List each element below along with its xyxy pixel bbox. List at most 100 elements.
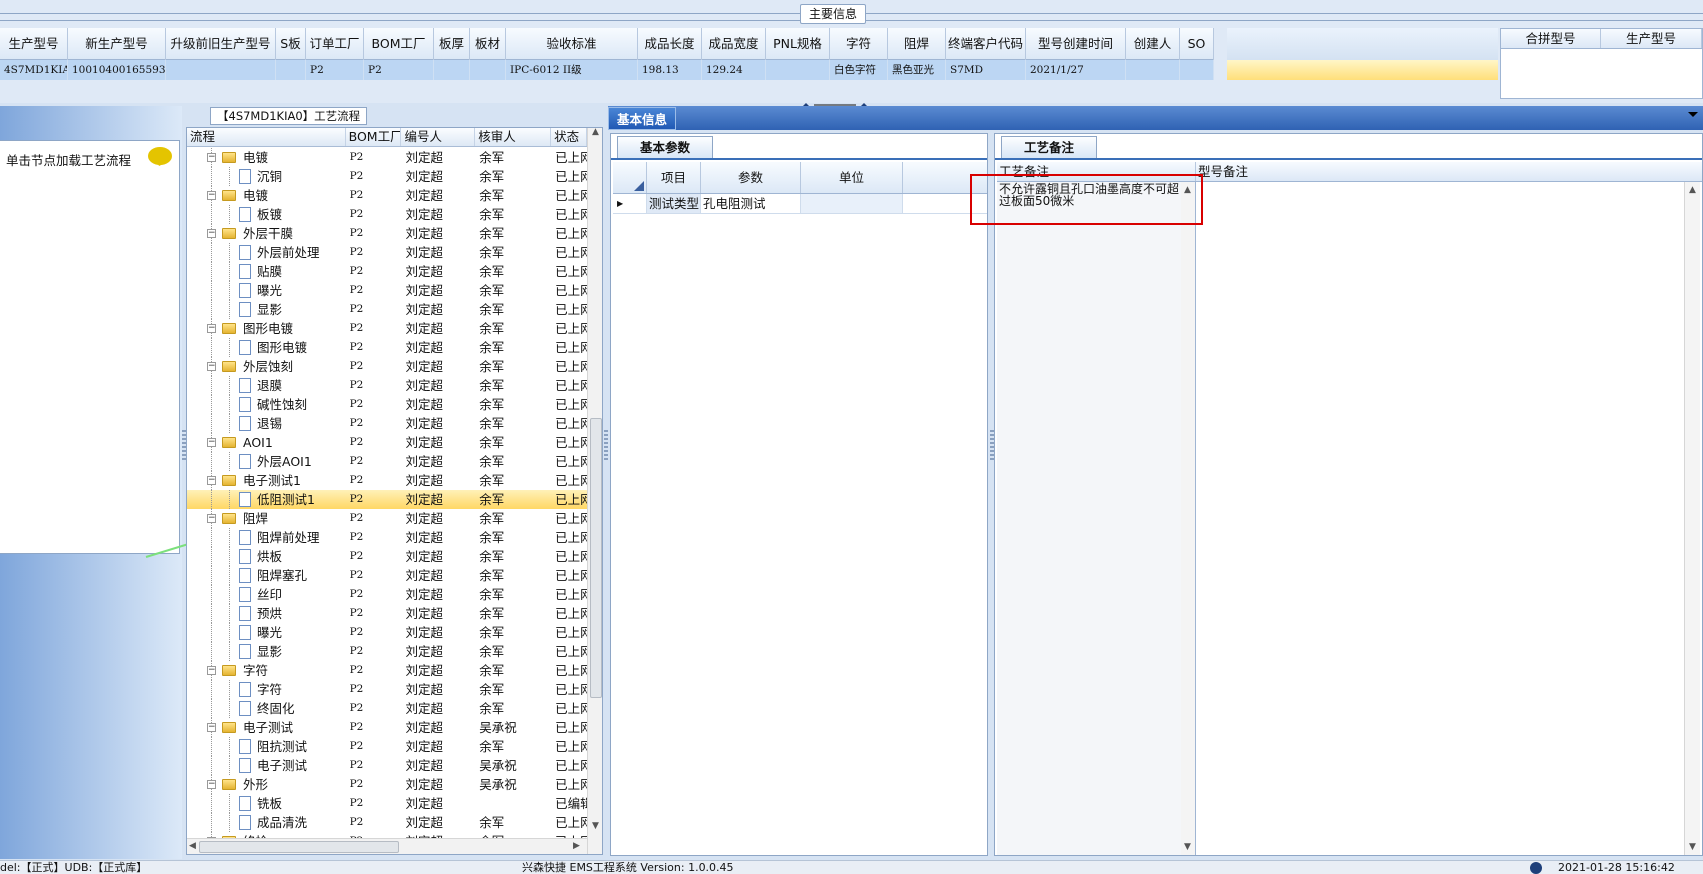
main-col-header[interactable]: PNL规格 <box>766 28 830 60</box>
tree-col-header[interactable]: 核审人 <box>475 128 552 146</box>
table-row[interactable]: ▶ 测试类型 孔电阻测试 <box>613 194 987 214</box>
tree-node[interactable]: − 电镀 <box>187 186 346 205</box>
tree-row[interactable]: 板镀 P2 刘定超 余军 已上网 <box>187 205 587 224</box>
tree-node[interactable]: − 图形电镀 <box>187 319 346 338</box>
splitter-grip[interactable] <box>604 430 608 460</box>
node-label[interactable]: 沉铜 <box>257 167 282 186</box>
collapse-node-icon[interactable]: − <box>207 514 216 523</box>
tree-col-header[interactable]: 编号人 <box>401 128 476 146</box>
node-label[interactable]: 外层蚀刻 <box>243 357 293 376</box>
tree-node[interactable]: − AOI1 <box>187 433 346 452</box>
tree-row[interactable]: − 图形电镀 P2 刘定超 余军 已上网 <box>187 319 587 338</box>
tree-row[interactable]: − 字符 P2 刘定超 余军 已上网 <box>187 661 587 680</box>
tree-row[interactable]: 曝光 P2 刘定超 余军 已上网 <box>187 281 587 300</box>
tree-row[interactable]: − 电镀 P2 刘定超 余军 已上网 <box>187 148 587 167</box>
main-cell[interactable] <box>470 60 506 80</box>
collapse-node-icon[interactable]: − <box>207 476 216 485</box>
tree-row[interactable]: 图形电镀 P2 刘定超 余军 已上网 <box>187 338 587 357</box>
main-col-header[interactable]: 阻焊 <box>888 28 946 60</box>
tree-node[interactable]: − 外层蚀刻 <box>187 357 346 376</box>
node-label[interactable]: 电镀 <box>243 148 268 167</box>
tree-row[interactable]: 电子测试 P2 刘定超 吴承祝 已上网 <box>187 756 587 775</box>
main-col-header[interactable]: 生产型号 <box>0 28 68 60</box>
node-label[interactable]: 字符 <box>243 661 268 680</box>
main-cell[interactable]: 10010400165593 <box>68 60 166 80</box>
tree-node[interactable]: − 电子测试 <box>187 718 346 737</box>
tree-row[interactable]: − 外层干膜 P2 刘定超 余军 已上网 <box>187 224 587 243</box>
main-info-row[interactable]: 4S7MD1KIA010010400165593 P2P2 IPC-6012 II级… <box>0 60 1214 80</box>
node-label[interactable]: 图形电镀 <box>257 338 307 357</box>
tree-node[interactable]: 图形电镀 <box>187 338 346 357</box>
main-cell[interactable]: 2021/1/27 <box>1026 60 1126 80</box>
node-label[interactable]: 电镀 <box>243 186 268 205</box>
tree-row[interactable]: 退膜 P2 刘定超 余军 已上网 <box>187 376 587 395</box>
tree-node[interactable]: 成品清洗 <box>187 813 346 832</box>
tree-col-header[interactable]: 状态 <box>551 128 587 146</box>
tree-node[interactable]: 电子测试 <box>187 756 346 775</box>
node-label[interactable]: 铣板 <box>257 794 282 813</box>
main-col-header[interactable]: 终端客户代码 <box>946 28 1026 60</box>
tree-row[interactable]: 字符 P2 刘定超 余军 已上网 <box>187 680 587 699</box>
node-label[interactable]: 预烘 <box>257 604 282 623</box>
node-label[interactable]: 阻焊塞孔 <box>257 566 307 585</box>
main-cell[interactable]: 198.13 <box>638 60 702 80</box>
tree-node[interactable]: 预烘 <box>187 604 346 623</box>
main-col-header[interactable]: 验收标准 <box>506 28 638 60</box>
tree-row[interactable]: 外层前处理 P2 刘定超 余军 已上网 <box>187 243 587 262</box>
tree-row[interactable]: − 阻焊 P2 刘定超 余军 已上网 <box>187 509 587 528</box>
col-header-item[interactable]: 项目 <box>647 162 701 193</box>
node-label[interactable]: 板镀 <box>257 205 282 224</box>
tree-row[interactable]: 烘板 P2 刘定超 余军 已上网 <box>187 547 587 566</box>
main-cell[interactable]: S7MD <box>946 60 1026 80</box>
node-label[interactable]: 低阻测试1 <box>257 490 315 509</box>
scroll-thumb[interactable] <box>590 418 602 698</box>
tree-node[interactable]: 贴膜 <box>187 262 346 281</box>
node-label[interactable]: 外形 <box>243 775 268 794</box>
main-cell[interactable]: 黑色亚光 <box>888 60 946 80</box>
node-label[interactable]: 外层AOI1 <box>257 452 312 471</box>
node-label[interactable]: 贴膜 <box>257 262 282 281</box>
tree-node[interactable]: 显影 <box>187 300 346 319</box>
main-col-header[interactable]: 订单工厂 <box>306 28 364 60</box>
tree-node[interactable]: 阻抗测试 <box>187 737 346 756</box>
collapse-node-icon[interactable]: − <box>207 723 216 732</box>
main-cell[interactable] <box>1126 60 1180 80</box>
tree-row[interactable]: 阻抗测试 P2 刘定超 余军 已上网 <box>187 737 587 756</box>
tree-node[interactable]: − 电子测试1 <box>187 471 346 490</box>
node-label[interactable]: 阻抗测试 <box>257 737 307 756</box>
tree-row[interactable]: 沉铜 P2 刘定超 余军 已上网 <box>187 167 587 186</box>
scroll-thumb[interactable] <box>199 841 399 853</box>
main-cell[interactable] <box>766 60 830 80</box>
node-label[interactable]: 丝印 <box>257 585 282 604</box>
col-header-unit[interactable]: 单位 <box>801 162 903 193</box>
collapse-node-icon[interactable]: − <box>207 666 216 675</box>
selected-cell[interactable] <box>1227 60 1498 80</box>
node-label[interactable]: 阻焊前处理 <box>257 528 320 547</box>
tree-row[interactable]: − 电镀 P2 刘定超 余军 已上网 <box>187 186 587 205</box>
tree-node[interactable]: 终固化 <box>187 699 346 718</box>
main-col-header[interactable]: 创建人 <box>1126 28 1180 60</box>
main-cell[interactable]: 白色字符 <box>830 60 888 80</box>
main-col-header[interactable]: S板 <box>276 28 306 60</box>
tree-row[interactable]: 显影 P2 刘定超 余军 已上网 <box>187 300 587 319</box>
tree-node[interactable]: 显影 <box>187 642 346 661</box>
collapse-icon[interactable] <box>1688 112 1698 122</box>
tree-node[interactable]: 烘板 <box>187 547 346 566</box>
main-cell[interactable] <box>1180 60 1214 80</box>
scroll-left-icon[interactable]: ◀ <box>189 841 196 851</box>
tree-node[interactable]: 阻焊前处理 <box>187 528 346 547</box>
tree-row[interactable]: 丝印 P2 刘定超 余军 已上网 <box>187 585 587 604</box>
col-header-param[interactable]: 参数 <box>701 162 801 193</box>
tree-node[interactable]: 板镀 <box>187 205 346 224</box>
tree-node[interactable]: − 阻焊 <box>187 509 346 528</box>
collapse-node-icon[interactable]: − <box>207 324 216 333</box>
tree-node[interactable]: 阻焊塞孔 <box>187 566 346 585</box>
scroll-up-icon[interactable]: ▲ <box>592 128 599 137</box>
main-cell[interactable]: 129.24 <box>702 60 766 80</box>
tree-row[interactable]: 阻焊前处理 P2 刘定超 余军 已上网 <box>187 528 587 547</box>
tab-basic-info[interactable]: 基本信息 <box>608 107 676 130</box>
node-label[interactable]: 电子测试 <box>243 718 293 737</box>
main-cell[interactable]: IPC-6012 II级 <box>506 60 638 80</box>
scroll-down-icon[interactable]: ▼ <box>1689 842 1696 852</box>
node-label[interactable]: 终固化 <box>257 699 295 718</box>
